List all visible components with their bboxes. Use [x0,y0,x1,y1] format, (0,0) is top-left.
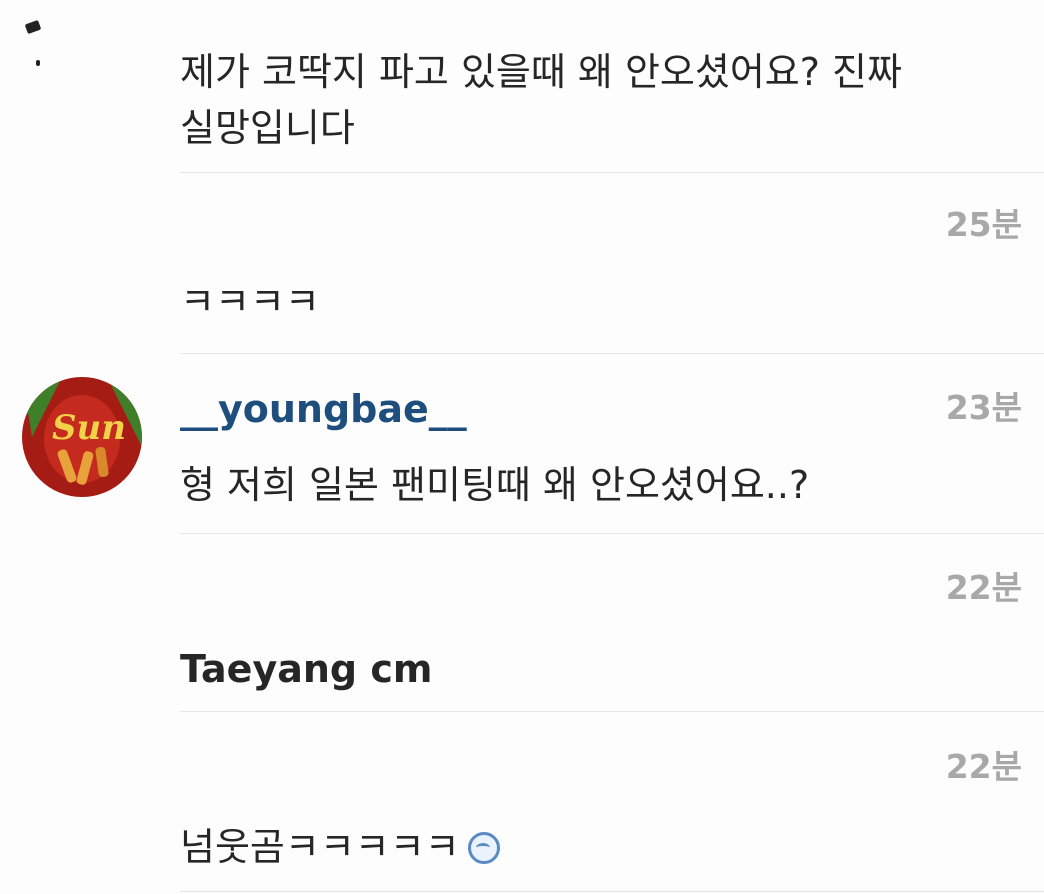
comment-divider [180,711,1044,712]
smiling-face-icon [467,832,500,864]
comment-divider [180,353,1044,354]
avatar[interactable]: Sun [22,377,142,497]
comment-timestamp: 25분 [945,205,1022,244]
cropped-avatar-fragment [36,60,40,66]
comment-text: 형 저희 일본 팬미팅때 왜 안오셨어요..? [180,463,810,507]
comment-username-link[interactable]: __youngbae__ [180,387,467,431]
comment-text: Taeyang cm [180,647,433,691]
comment-text-continued: 실망입니다 [180,106,355,150]
comment-text: 제가 코딱지 파고 있을때 왜 안오셨어요? 진짜 [180,50,902,94]
cropped-avatar-fragment [24,19,42,35]
avatar-logo-text: Sun [52,408,126,448]
comment-text: ㅋㅋㅋㅋ [180,280,320,324]
comment-feed: 제가 코딱지 파고 있을때 왜 안오셨어요? 진짜 실망입니다 25분 ㅋㅋㅋㅋ… [0,0,1044,894]
comment-text-row: 넘웃곰ㅋㅋㅋㅋㅋ [180,818,500,876]
comment-timestamp: 22분 [945,568,1022,607]
comment-timestamp: 23분 [945,388,1022,427]
snack-bag-avatar-image: Sun [22,377,142,497]
comment-timestamp: 22분 [945,747,1022,786]
comment-divider [180,172,1044,173]
comment-divider [180,533,1044,534]
comment-divider [180,891,1044,892]
comment-text: 넘웃곰ㅋㅋㅋㅋㅋ [180,825,460,869]
